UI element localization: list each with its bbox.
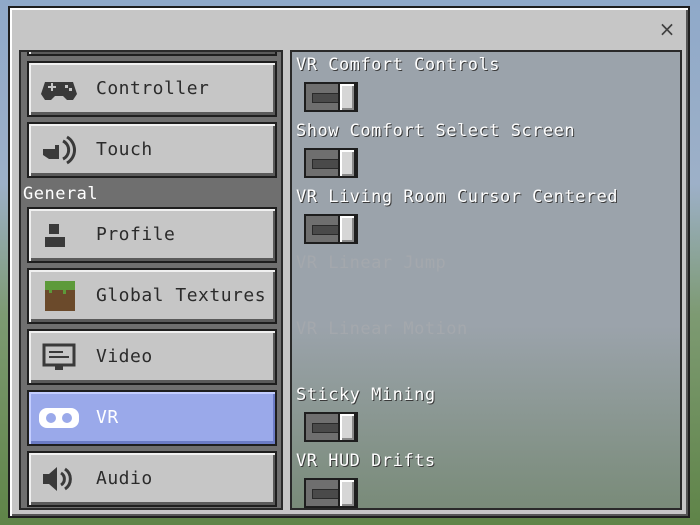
sidebar-item-partial[interactable]	[27, 52, 277, 56]
setting-show-comfort-select-screen: Show Comfort Select Screen	[292, 118, 680, 184]
grass-block-icon	[39, 281, 79, 311]
toggle-switch[interactable]	[304, 214, 358, 244]
toggle-switch[interactable]	[304, 148, 358, 178]
sidebar-item-video[interactable]: Video	[27, 329, 277, 385]
close-button[interactable]: ×	[658, 19, 676, 39]
setting-sticky-mining: Sticky Mining	[292, 382, 680, 448]
setting-label: VR HUD Drifts	[296, 451, 436, 471]
section-label-general: General	[23, 184, 99, 204]
setting-vr-living-room-cursor-centered: VR Living Room Cursor Centered	[292, 184, 680, 250]
setting-label: VR Living Room Cursor Centered	[296, 187, 619, 207]
toggle-switch[interactable]	[304, 412, 358, 442]
sidebar-item-label: Touch	[96, 139, 153, 160]
setting-label: Sticky Mining	[296, 385, 436, 405]
setting-label: VR Comfort Controls	[296, 55, 500, 75]
profile-icon	[39, 220, 79, 250]
category-sidebar[interactable]: Controller Touch General Profile Global …	[19, 50, 283, 510]
sidebar-item-controller[interactable]: Controller	[27, 61, 277, 117]
video-icon	[39, 342, 79, 372]
sidebar-item-label: Video	[96, 346, 153, 367]
sidebar-item-label: Audio	[96, 468, 153, 489]
setting-vr-hud-drifts: VR HUD Drifts	[292, 448, 680, 508]
toggle-switch[interactable]	[304, 478, 358, 508]
sidebar-item-profile[interactable]: Profile	[27, 207, 277, 263]
settings-panel[interactable]: VR Comfort Controls Show Comfort Select …	[290, 50, 682, 510]
touch-icon	[39, 135, 79, 165]
sidebar-item-label: VR	[96, 407, 119, 428]
sidebar-item-label: Controller	[96, 78, 210, 99]
setting-vr-comfort-controls: VR Comfort Controls	[292, 52, 680, 118]
gamepad-icon	[39, 74, 79, 104]
vr-headset-icon	[39, 403, 79, 433]
setting-vr-linear-jump: VR Linear Jump	[292, 250, 680, 316]
sidebar-item-vr[interactable]: VR	[27, 390, 277, 446]
sidebar-item-global-textures[interactable]: Global Textures	[27, 268, 277, 324]
setting-label: VR Linear Jump	[296, 253, 447, 273]
speaker-icon	[39, 464, 79, 494]
setting-label: VR Linear Motion	[296, 319, 468, 339]
setting-vr-linear-motion: VR Linear Motion	[292, 316, 680, 382]
sidebar-item-audio[interactable]: Audio	[27, 451, 277, 507]
sidebar-item-label: Profile	[96, 224, 176, 245]
sidebar-item-label: Global Textures	[96, 285, 267, 306]
settings-window: × Controller Touch General Profile Globa…	[8, 6, 690, 518]
sidebar-item-touch[interactable]: Touch	[27, 122, 277, 178]
setting-label: Show Comfort Select Screen	[296, 121, 576, 141]
toggle-switch[interactable]	[304, 82, 358, 112]
